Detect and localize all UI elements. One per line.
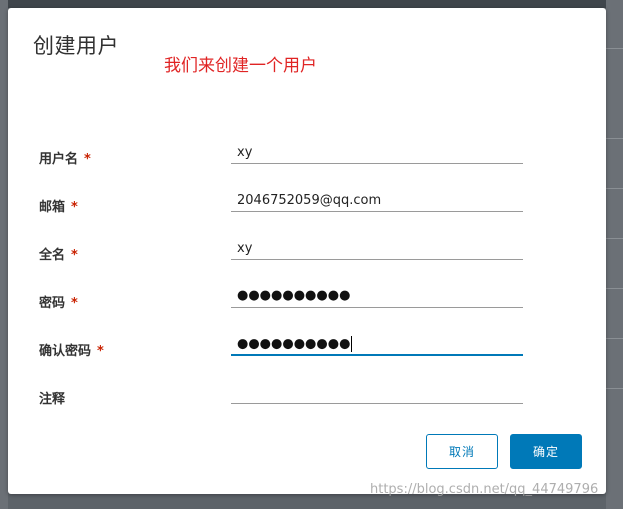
password-label: 密码 * xyxy=(39,296,78,311)
username-input[interactable] xyxy=(231,142,523,164)
form-row-email: 邮箱 * xyxy=(8,190,606,222)
background-divider xyxy=(606,288,623,289)
form-row-comment: 注释 xyxy=(8,382,606,414)
background-divider xyxy=(606,48,623,49)
email-input[interactable] xyxy=(231,190,523,212)
background-divider xyxy=(606,388,623,389)
comment-input[interactable] xyxy=(231,382,523,404)
comment-label: 注释 xyxy=(39,392,66,407)
confirm-password-label: 确认密码 * xyxy=(39,344,104,359)
background-divider xyxy=(606,338,623,339)
fullname-label: 全名 * xyxy=(39,248,78,263)
fullname-input[interactable] xyxy=(231,238,523,260)
form-row-username: 用户名 * xyxy=(8,142,606,174)
required-mark: * xyxy=(71,248,78,263)
dialog-title: 创建用户 xyxy=(33,34,119,58)
background-app-right xyxy=(606,0,623,509)
annotation-text: 我们来创建一个用户 xyxy=(164,56,317,76)
required-mark: * xyxy=(71,200,78,215)
background-app-left xyxy=(0,0,8,509)
username-label: 用户名 * xyxy=(39,152,91,167)
background-header xyxy=(0,0,623,8)
form-row-fullname: 全名 * xyxy=(8,238,606,270)
create-user-dialog: 创建用户 我们来创建一个用户 用户名* 邮箱* 全名* 密码* ●●●●●●●●… xyxy=(8,8,606,494)
background-divider xyxy=(606,138,623,139)
ok-button[interactable]: 确定 xyxy=(510,434,582,469)
required-mark: * xyxy=(97,344,104,359)
form-row-password: 密码 * ●●●●●●●●●● xyxy=(8,286,606,318)
email-label: 邮箱 * xyxy=(39,200,78,215)
form-row-confirm-password: 确认密码 * ●●●●●●●●●● xyxy=(8,334,606,366)
background-divider xyxy=(606,188,623,189)
confirm-password-input[interactable] xyxy=(231,334,523,356)
password-input[interactable] xyxy=(231,286,523,308)
required-mark: * xyxy=(71,296,78,311)
cancel-button[interactable]: 取消 xyxy=(426,434,498,469)
watermark-text: https://blog.csdn.net/qq_44749796 xyxy=(370,482,599,497)
required-mark: * xyxy=(84,152,91,167)
background-divider xyxy=(606,238,623,239)
